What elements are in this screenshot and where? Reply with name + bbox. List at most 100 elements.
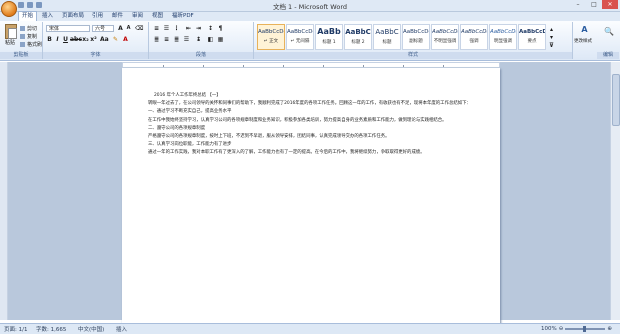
font-name-box[interactable]: 宋体 xyxy=(46,25,90,32)
style-heading-1[interactable]: AaBb 标题 1 xyxy=(315,24,343,50)
editing-group-label: 编辑 xyxy=(597,52,619,59)
redo-icon[interactable] xyxy=(36,2,42,8)
paste-button[interactable]: 粘贴 xyxy=(3,24,17,46)
tab-review[interactable]: 审阅 xyxy=(132,12,143,21)
font-color-button[interactable]: A xyxy=(122,36,129,43)
style-title[interactable]: AaBbC 标题 xyxy=(373,24,401,50)
style-normal[interactable]: AaBbCcDd↵ 正文 xyxy=(257,24,285,50)
sort-icon[interactable]: ↕ xyxy=(207,25,214,32)
show-marks-icon[interactable]: ¶ xyxy=(217,25,224,32)
styles-group-label: 样式 xyxy=(254,52,572,59)
change-styles-icon[interactable]: A xyxy=(581,26,588,34)
status-bar: 页面: 1/1 字数: 1,665 中文(中国) 插入 100% ⊖ ⊕ xyxy=(0,323,620,334)
superscript-button[interactable]: x² xyxy=(90,36,97,43)
clipboard-group: 粘贴 剪切 复制 格式刷 剪贴板 xyxy=(0,22,43,59)
window-controls: – □ ✕ xyxy=(570,0,618,9)
brush-icon xyxy=(20,42,25,47)
section-heading[interactable]: 一、通过学习不断充实自己，提高业务水平 xyxy=(148,108,474,116)
style-subtitle[interactable]: AaBbCcDd副标题 xyxy=(402,24,430,50)
increase-indent-icon[interactable]: ⇥ xyxy=(195,25,202,32)
editing-group: 🔍 编辑 xyxy=(597,22,619,59)
word-count[interactable]: 字数: 1,665 xyxy=(36,325,66,333)
paragraph[interactable]: 严格遵守公司的各项规章制度，按时上下班，不迟到不早退，服从领导安排，团结同事，认… xyxy=(148,133,474,141)
save-icon[interactable] xyxy=(18,2,24,8)
tab-insert[interactable]: 插入 xyxy=(42,12,53,21)
ribbon: 粘贴 剪切 复制 格式刷 剪贴板 宋体 六号 A A ⌫ B I U abc x… xyxy=(0,21,620,61)
bold-button[interactable]: B xyxy=(46,36,53,43)
font-size-box[interactable]: 六号 xyxy=(92,25,114,32)
borders-icon[interactable]: ▦ xyxy=(217,36,224,43)
style-heading-2[interactable]: AaBbC 标题 2 xyxy=(344,24,372,50)
paragraph[interactable]: 转眼一年过去了，在公司领导的关怀和同事们的帮助下，我顺利完成了2016年度的各项… xyxy=(148,100,474,108)
shading-icon[interactable]: ◧ xyxy=(207,36,214,43)
copy-icon xyxy=(20,34,25,39)
zoom-slider[interactable] xyxy=(565,326,606,332)
align-center-icon[interactable]: ≡ xyxy=(163,36,170,43)
justify-icon[interactable]: ☰ xyxy=(183,36,190,43)
align-left-icon[interactable]: ≣ xyxy=(153,36,160,43)
page-count[interactable]: 页面: 1/1 xyxy=(4,325,27,333)
decrease-indent-icon[interactable]: ⇤ xyxy=(185,25,192,32)
tab-page-layout[interactable]: 页面布局 xyxy=(62,12,84,21)
tab-references[interactable]: 引用 xyxy=(92,12,103,21)
change-case-button[interactable]: Aa xyxy=(100,36,109,43)
style-subtle-emphasis[interactable]: AaBbCcDd不明显强调 xyxy=(431,24,459,50)
zoom-out-icon[interactable]: ⊖ xyxy=(559,326,564,332)
cut-button[interactable]: 剪切 xyxy=(20,25,37,32)
office-button[interactable] xyxy=(1,1,17,17)
language-indicator[interactable]: 中文(中国) xyxy=(78,325,104,333)
styles-group: AaBbCcDd↵ 正文 AaBbCcDd↵ 无间隔 AaBb标题 1 AaBb… xyxy=(254,22,573,59)
style-intense-emphasis[interactable]: AaBbCcDd明显强调 xyxy=(489,24,517,50)
bullets-icon[interactable]: ≡ xyxy=(153,25,160,32)
subscript-button[interactable]: x₂ xyxy=(82,36,89,43)
italic-button[interactable]: I xyxy=(54,36,61,43)
section-heading[interactable]: 二、遵守公司的各项规章制度 xyxy=(148,125,474,133)
style-emphasis[interactable]: AaBbCcDd强调 xyxy=(460,24,488,50)
minimize-button[interactable]: – xyxy=(570,0,586,9)
line-spacing-icon[interactable]: ↨ xyxy=(195,36,202,43)
zoom-in-icon[interactable]: ⊕ xyxy=(607,326,612,332)
format-painter-button[interactable]: 格式刷 xyxy=(20,41,42,48)
tab-home[interactable]: 开始 xyxy=(18,11,38,21)
shrink-font-button[interactable]: A xyxy=(125,25,132,32)
highlight-icon[interactable]: ✎ xyxy=(112,36,119,43)
change-styles-group: A 更改样式 xyxy=(573,22,597,59)
grow-font-button[interactable]: A xyxy=(117,25,124,32)
document-page[interactable]: 2016 年个人工作年终总结 【一】 转眼一年过去了，在公司领导的关怀和同事们的… xyxy=(122,68,500,330)
vertical-scrollbar[interactable] xyxy=(610,62,620,320)
document-body[interactable]: 2016 年个人工作年终总结 【一】 转眼一年过去了，在公司领导的关怀和同事们的… xyxy=(148,92,474,158)
align-right-icon[interactable]: ≣ xyxy=(173,36,180,43)
style-strong[interactable]: AaBbCcDd要点 xyxy=(518,24,546,50)
underline-button[interactable]: U xyxy=(62,36,69,43)
styles-scroll-up-icon[interactable]: ▴ xyxy=(548,26,555,33)
insert-mode[interactable]: 插入 xyxy=(116,325,127,333)
scroll-thumb[interactable] xyxy=(612,74,620,126)
paragraph[interactable]: 通过一年的工作实践，我对本职工作有了更深入的了解，工作能力也有了一定的提高。在今… xyxy=(148,149,474,157)
tab-mailings[interactable]: 邮件 xyxy=(112,12,123,21)
section-heading[interactable]: 三、认真学习岗位职能，工作能力有了进步 xyxy=(148,141,474,149)
paragraph[interactable]: 在工作中我始终坚持学习，认真学习公司的各项规章制度和业务知识，积极参加各类培训，… xyxy=(148,117,474,125)
quick-access-toolbar xyxy=(18,2,42,8)
strikethrough-button[interactable]: abc xyxy=(70,36,82,43)
clear-format-button[interactable]: ⌫ xyxy=(135,25,143,32)
ribbon-tabs: 开始 插入 页面布局 引用 邮件 审阅 视图 福昕PDF xyxy=(0,11,620,21)
vertical-ruler xyxy=(0,62,8,320)
copy-button[interactable]: 复制 xyxy=(20,33,37,40)
multilevel-list-icon[interactable]: ⋮ xyxy=(173,25,180,32)
styles-scroll-down-icon[interactable]: ▾ xyxy=(548,34,555,41)
numbering-icon[interactable]: ☰ xyxy=(163,25,170,32)
undo-icon[interactable] xyxy=(27,2,33,8)
find-icon[interactable]: 🔍 xyxy=(604,28,614,36)
close-button[interactable]: ✕ xyxy=(602,0,618,9)
window-title: 文档 1 - Microsoft Word xyxy=(272,3,348,11)
font-group: 宋体 六号 A A ⌫ B I U abc x₂ x² Aa ✎ A 字体 xyxy=(43,22,149,59)
styles-more-icon[interactable]: ⊽ xyxy=(548,42,555,49)
zoom-control[interactable]: 100% ⊖ ⊕ xyxy=(541,326,612,332)
style-no-spacing[interactable]: AaBbCcDd↵ 无间隔 xyxy=(286,24,314,50)
tab-foxit-pdf[interactable]: 福昕PDF xyxy=(172,12,194,21)
tab-view[interactable]: 视图 xyxy=(152,12,163,21)
zoom-level: 100% xyxy=(541,326,557,332)
change-styles-button[interactable]: 更改样式 xyxy=(574,38,592,44)
document-title[interactable]: 2016 年个人工作年终总结 【一】 xyxy=(154,92,474,100)
maximize-button[interactable]: □ xyxy=(586,0,602,9)
